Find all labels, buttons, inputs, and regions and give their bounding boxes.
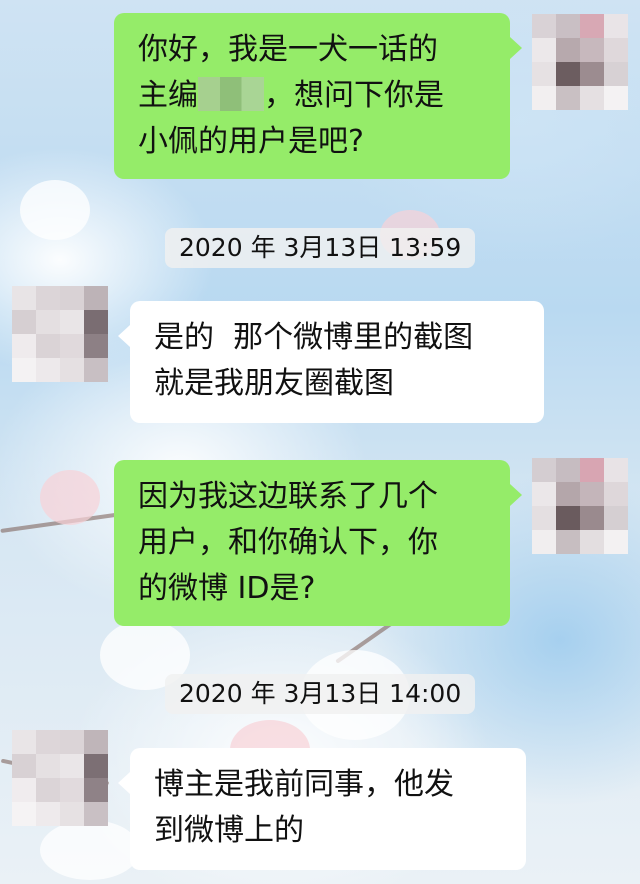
avatar[interactable] xyxy=(12,286,108,382)
avatar[interactable] xyxy=(532,14,628,110)
bubble-tail xyxy=(510,484,522,506)
avatar[interactable] xyxy=(532,458,628,554)
message-text: 用户，和你确认下，你 xyxy=(138,525,438,560)
message-text: 到微博上的 xyxy=(154,813,304,848)
message-bubble-outgoing[interactable]: 因为我这边联系了几个 用户，和你确认下，你 的微博 ID是? xyxy=(114,460,522,626)
message-bubble-incoming[interactable]: 是的 那个微博里的截图 就是我朋友圈截图 xyxy=(118,301,544,423)
avatar[interactable] xyxy=(12,730,108,826)
timestamp: 2020 年 3月13日 14:00 xyxy=(165,674,476,714)
bubble-tail xyxy=(118,325,130,347)
blossom xyxy=(40,470,100,525)
message-text: ，想问下你是 xyxy=(264,78,444,113)
message-text: 因为我这边联系了几个 xyxy=(138,479,438,514)
message-bubble-outgoing[interactable]: 你好，我是一犬一话的 主编 ，想问下你是 小佩的用户是吧? xyxy=(114,13,522,179)
redacted-name xyxy=(198,77,264,111)
message-text: 的微博 ID是? xyxy=(138,571,316,606)
message-text: 主编 xyxy=(138,78,198,113)
message-text: 你好，我是一犬一话的 xyxy=(138,32,438,67)
blossom xyxy=(20,180,90,240)
bubble-tail xyxy=(510,37,522,59)
message-text: 就是我朋友圈截图 xyxy=(154,366,394,401)
timestamp: 2020 年 3月13日 13:59 xyxy=(165,228,476,268)
blossom xyxy=(40,820,140,880)
message-text: 小佩的用户是吧? xyxy=(138,124,364,159)
bubble-tail xyxy=(118,772,130,794)
message-text: 是的 那个微博里的截图 xyxy=(154,320,474,355)
message-bubble-incoming[interactable]: 博主是我前同事，他发 到微博上的 xyxy=(118,748,526,870)
message-text: 博主是我前同事，他发 xyxy=(154,767,454,802)
